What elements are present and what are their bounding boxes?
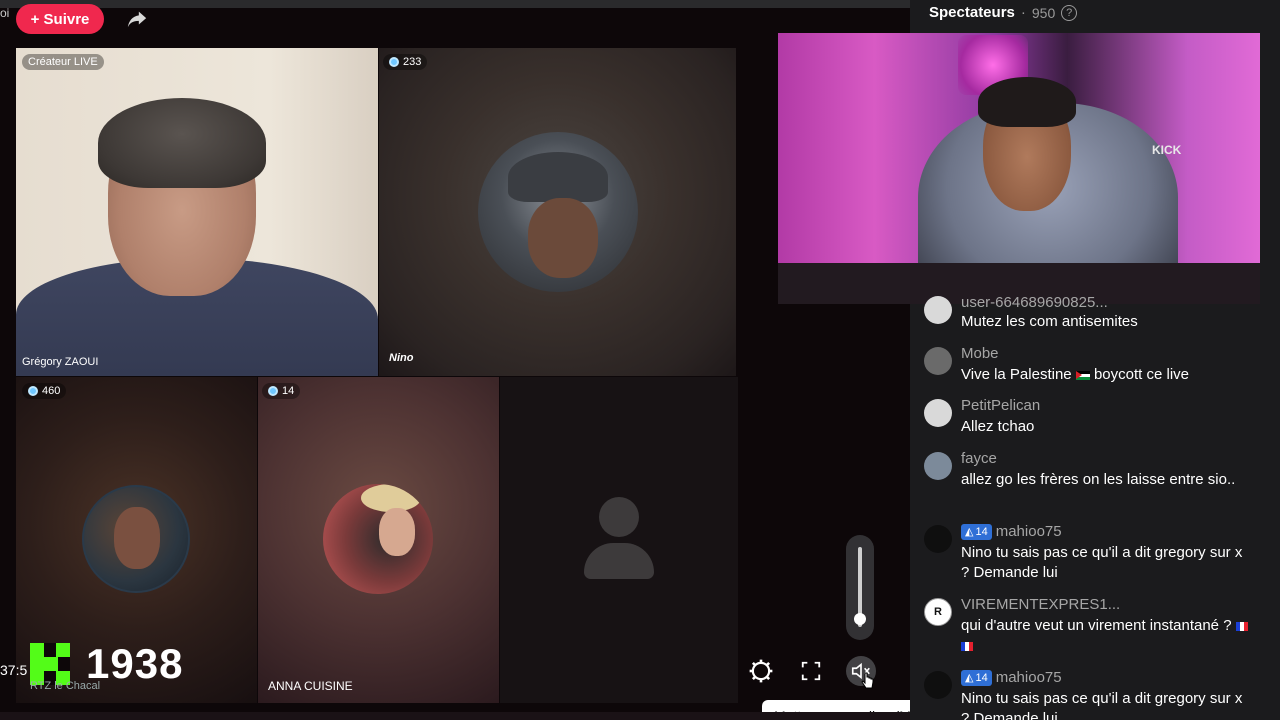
nino-count: 233 (403, 56, 422, 68)
nino-name-label: Nino (389, 352, 414, 364)
face-shape (379, 508, 415, 556)
guest-count-badge: 460 (22, 383, 67, 399)
chat-avatar[interactable] (924, 671, 952, 699)
france-flag-icon (1235, 621, 1248, 631)
level-badge: ◭ 14 (961, 669, 992, 686)
fullscreen-icon[interactable] (796, 656, 826, 686)
chat-username[interactable]: Mobe (961, 345, 999, 362)
chat-message[interactable]: ◭ 14 mahioo75 Nino tu sais pas ce qu'il a… (922, 523, 1262, 585)
video-tile-anna[interactable]: 14 ANNA CUISINE (258, 377, 499, 703)
level-icon: ◭ (965, 526, 974, 538)
separator-dot: · (1020, 4, 1026, 21)
face-shape (114, 507, 160, 569)
chat-text: Nino tu sais pas ce qu'il a dit gregory … (961, 690, 1243, 720)
chat-avatar[interactable] (924, 296, 952, 324)
chat-username[interactable]: mahioo75 (996, 523, 1062, 540)
chat-username[interactable]: mahioo75 (996, 669, 1062, 686)
streamer-camera: KICK (778, 33, 1260, 304)
chat-avatar[interactable] (924, 347, 952, 375)
chat-message[interactable]: fayce allez go les frères on les laisse … (922, 450, 1262, 512)
chat-text: Vive la Palestine boycott ce live (961, 365, 1251, 385)
revolut-avatar-icon[interactable]: R (924, 598, 952, 626)
level-icon: ◭ (965, 672, 974, 684)
volume-slider-handle[interactable] (854, 613, 866, 625)
cap-shape (508, 152, 608, 202)
spectators-label: Spectateurs (929, 4, 1015, 21)
chat-message[interactable]: R VIREMENTEXPRES1... qui d'autre veut un… (922, 596, 1262, 658)
settings-gear-icon[interactable] (746, 656, 776, 686)
anna-avatar (323, 484, 433, 594)
chat-text: Mutez les com antisemites (961, 313, 1138, 330)
host-hair-image (98, 98, 266, 188)
chat-avatar[interactable] (924, 525, 952, 553)
kick-logo-icon (30, 643, 70, 685)
chat-username[interactable]: user-664689690825... (961, 294, 1108, 311)
empty-seat-user-icon-body (584, 543, 654, 579)
creator-live-badge: Créateur LIVE (22, 54, 104, 70)
help-icon[interactable]: ? (1061, 4, 1078, 21)
level-badge: ◭ 14 (961, 523, 992, 540)
france-flag-icon (961, 641, 973, 651)
volume-slider[interactable] (846, 535, 874, 640)
coin-icon (389, 57, 399, 67)
level-number: 14 (975, 671, 988, 684)
stream-view: oi + Suivre Créateur LIVE Grégory ZAOUI … (0, 0, 1280, 720)
chat-text: qui d'autre veut un virement instantané … (961, 616, 1251, 656)
palestine-flag-icon (1075, 370, 1090, 380)
guest-count: 460 (42, 385, 61, 397)
creator-live-label: Créateur LIVE (28, 56, 98, 68)
chat-message[interactable]: user-664689690825... Mutez les com antis… (922, 294, 1262, 334)
coin-icon (28, 386, 38, 396)
share-icon[interactable] (126, 8, 148, 30)
streamer-hair-image (978, 77, 1076, 127)
mouse-cursor-icon (861, 672, 875, 690)
time-fragment: 37:5 (0, 662, 28, 678)
nino-avatar (478, 132, 638, 292)
anna-name-label: ANNA CUISINE (268, 679, 353, 693)
chat-text-part: boycott ce live (1093, 366, 1190, 383)
chat-avatar[interactable] (924, 452, 952, 480)
chat-message[interactable]: Mobe Vive la Palestine boycott ce live (922, 345, 1262, 387)
kick-shirt-text: KICK (1152, 143, 1182, 157)
video-tile-nino[interactable]: 233 Nino (379, 48, 736, 376)
guest-avatar (82, 485, 190, 593)
host-name-label: Grégory ZAOUI (22, 356, 99, 368)
anna-count: 14 (282, 385, 295, 397)
kick-viewer-count: 1938 (86, 640, 184, 687)
coin-icon (268, 386, 278, 396)
face-shape (528, 198, 598, 278)
spectators-header: Spectateurs · 950 ? (929, 4, 1078, 21)
chat-username-row[interactable]: ◭ 14 mahioo75 (961, 523, 1062, 540)
chat-text: allez go les frères on les laisse entre … (961, 471, 1236, 488)
chat-username-row[interactable]: ◭ 14 mahioo75 (961, 669, 1062, 686)
nino-count-badge: 233 (383, 54, 428, 70)
chat-username[interactable]: fayce (961, 450, 997, 467)
chat-text-part: qui d'autre veut un virement instantané … (961, 617, 1232, 634)
video-tile-empty[interactable] (500, 377, 738, 703)
follow-button[interactable]: + Suivre (16, 4, 104, 34)
chat-text: Allez tchao (961, 418, 1035, 435)
chat-message[interactable]: PetitPelican Allez tchao (922, 397, 1262, 439)
chat-username[interactable]: PetitPelican (961, 397, 1040, 414)
anna-count-badge: 14 (262, 383, 301, 399)
chat-text: Nino tu sais pas ce qu'il a dit gregory … (961, 544, 1243, 581)
guest-name-label: RTZ le Chacal (30, 680, 101, 692)
video-tile-host[interactable]: Créateur LIVE Grégory ZAOUI (16, 48, 378, 376)
chat-message[interactable]: ◭ 14 mahioo75 Nino tu sais pas ce qu'il a… (922, 669, 1262, 720)
spectators-count: 950 (1031, 4, 1056, 21)
level-number: 14 (975, 525, 988, 538)
corner-text: oi (0, 6, 10, 20)
chat-avatar[interactable] (924, 399, 952, 427)
empty-seat-user-icon (599, 497, 639, 537)
chat-text-part: Vive la Palestine (961, 366, 1072, 383)
chat-username[interactable]: VIREMENTEXPRES1... (961, 596, 1120, 613)
